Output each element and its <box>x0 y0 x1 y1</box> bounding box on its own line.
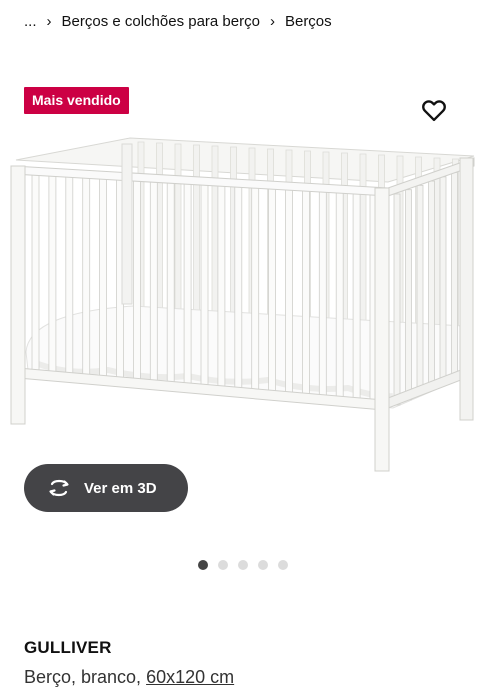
crib-slat <box>439 176 447 385</box>
crib-slat <box>166 182 175 383</box>
crib-slat <box>318 191 327 396</box>
breadcrumb-ellipsis[interactable]: ... <box>24 13 37 30</box>
carousel-dot-2[interactable] <box>218 560 228 570</box>
carousel-indicators <box>198 560 288 570</box>
product-description: Berço, branco, 60x120 cm <box>24 667 234 688</box>
crib-slat <box>234 186 243 389</box>
crib-slat <box>211 145 219 323</box>
carousel-dot-4[interactable] <box>258 560 268 570</box>
carousel-dot-3[interactable] <box>238 560 248 570</box>
crib-slat <box>251 187 260 390</box>
breadcrumb-separator: › <box>46 12 52 30</box>
crib-slat <box>335 192 344 398</box>
crib-slat <box>183 183 192 384</box>
crib-slat <box>217 185 226 387</box>
best-seller-badge: Mais vendido <box>24 87 129 114</box>
breadcrumb-separator: › <box>269 12 275 30</box>
view-3d-label: Ver em 3D <box>84 479 157 497</box>
crib-slat <box>359 153 367 334</box>
crib-slat <box>301 190 310 395</box>
breadcrumb: ... › Berços e colchões para berço › Ber… <box>24 10 332 32</box>
breadcrumb-item-cribs-and-mattresses[interactable]: Berços e colchões para berço <box>62 13 260 30</box>
breadcrumb-item-cribs[interactable]: Berços <box>285 13 332 30</box>
crib-slat <box>393 193 401 406</box>
heart-outline-icon <box>422 100 446 122</box>
crib-slat <box>285 189 293 393</box>
crib-slat <box>405 189 412 401</box>
crib-slat <box>133 179 141 380</box>
carousel-dot-1[interactable] <box>198 560 208 570</box>
crib-slat <box>31 173 40 371</box>
crib-slat <box>99 177 107 377</box>
product-name: GULLIVER <box>24 638 112 657</box>
crib-slat <box>352 193 361 399</box>
product-image-crib <box>10 137 475 472</box>
crib-slat <box>193 144 200 321</box>
crib-slat <box>174 143 182 320</box>
crib-frame <box>10 143 475 472</box>
rotate-3d-icon <box>49 479 69 497</box>
crib-front-slats <box>31 173 378 401</box>
favorite-button[interactable] <box>420 96 448 124</box>
crib-slat <box>428 180 435 390</box>
crib-slat <box>200 184 209 386</box>
product-description-text: Berço, branco, <box>24 667 142 687</box>
crib-slat <box>82 176 91 375</box>
crib-slat <box>65 175 74 374</box>
carousel-dot-5[interactable] <box>278 560 288 570</box>
crib-slat <box>48 174 57 372</box>
crib-slat <box>451 172 458 379</box>
product-size-link[interactable]: 60x120 cm <box>146 667 234 687</box>
view-3d-button[interactable]: Ver em 3D <box>24 464 188 512</box>
crib-slat <box>268 188 277 392</box>
crib-slat <box>416 185 424 395</box>
crib-slat <box>149 180 158 381</box>
